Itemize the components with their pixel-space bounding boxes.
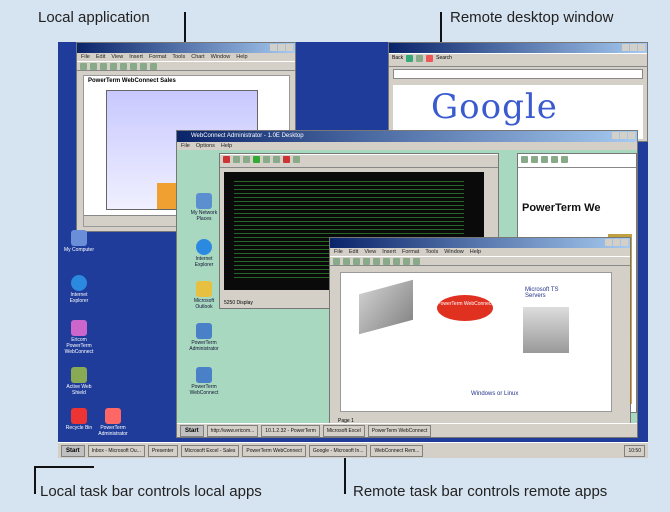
local-task-item[interactable]: Presenter — [147, 444, 178, 457]
desktop-icon-active-web[interactable]: Active Web Shield — [64, 367, 94, 396]
remote-task-item[interactable]: PowerTerm WebConnect — [367, 424, 432, 437]
outlook-icon — [196, 281, 212, 297]
menu-view[interactable]: View — [111, 53, 123, 61]
ie-icon — [71, 275, 87, 291]
callout-local-application: Local application — [38, 9, 150, 26]
diagram-menu-view[interactable]: View — [364, 248, 376, 256]
diagram-menu-format[interactable]: Format — [402, 248, 419, 256]
diagram-menubar: File Edit View Insert Format Tools Windo… — [330, 248, 630, 256]
local-task-item[interactable]: PowerTerm WebConnect — [242, 444, 306, 457]
server-rack-illustration — [359, 279, 413, 335]
network-icon — [196, 193, 212, 209]
remote-menu-help[interactable]: Help — [221, 142, 232, 150]
diagram-menu-window[interactable]: Window — [444, 248, 464, 256]
shield-icon — [71, 367, 87, 383]
search-button[interactable]: Search — [436, 55, 452, 65]
webconnect-icon — [196, 367, 212, 383]
menu-chart[interactable]: Chart — [191, 53, 204, 61]
recycle-icon — [71, 408, 87, 424]
desktop-icon-my-computer[interactable]: My Computer — [64, 230, 94, 253]
ie-icon — [196, 239, 212, 255]
ericom-icon — [71, 320, 87, 336]
terminal-toolbar — [220, 154, 498, 168]
diagram-menu-insert[interactable]: Insert — [382, 248, 396, 256]
remote-desktop-window[interactable]: WebConnect Administrator - 1.0E Desktop … — [176, 130, 638, 438]
remote-menubar: File Options Help — [177, 142, 637, 150]
desktop-icon-internet-explorer[interactable]: Internet Explorer — [64, 275, 94, 304]
remote-task-item[interactable]: 10.1.2.32 - PowerTerm — [261, 424, 320, 437]
local-task-item[interactable]: WebConnect Rem... — [370, 444, 424, 457]
local-desktop-screen: File Edit View Insert Format Tools Chart… — [58, 42, 648, 458]
terminal-tab[interactable]: 5250 Display — [224, 300, 253, 306]
callout-remote-desktop-window: Remote desktop window — [450, 9, 614, 26]
remote-titlebar: WebConnect Administrator - 1.0E Desktop — [177, 131, 637, 142]
diagram-window[interactable]: File Edit View Insert Format Tools Windo… — [329, 237, 631, 427]
local-task-item[interactable]: Microsoft Excel - Sales — [180, 444, 240, 457]
os-label: Windows or Linux — [471, 391, 519, 397]
callout-remote-taskbar: Remote task bar controls remote apps — [353, 483, 608, 500]
menu-help[interactable]: Help — [236, 53, 247, 61]
diagram-menu-edit[interactable]: Edit — [349, 248, 358, 256]
desktop-icon-admin[interactable]: PowerTerm Administrator — [98, 408, 128, 437]
google-logo: Google — [431, 87, 558, 127]
excel-toolbar — [77, 61, 295, 71]
diagram-canvas: PowerTerm WebConnect Microsoft TS Server… — [340, 272, 612, 412]
remote-title: WebConnect Administrator - 1.0E Desktop — [191, 133, 304, 139]
webconnect-bubble: PowerTerm WebConnect — [437, 295, 493, 321]
diagram-menu-file[interactable]: File — [334, 248, 343, 256]
menu-insert[interactable]: Insert — [129, 53, 143, 61]
back-button[interactable]: Back — [392, 55, 403, 65]
remote-menu-options[interactable]: Options — [196, 142, 215, 150]
menu-tools[interactable]: Tools — [172, 53, 185, 61]
chart-title: PowerTerm WebConnect Sales — [88, 78, 176, 84]
remote-icon-network[interactable]: My Network Places — [189, 193, 219, 222]
remote-taskbar: Start http://www.ericom... 10.1.2.32 - P… — [177, 423, 637, 437]
diagram-toolbar — [330, 256, 630, 266]
callout-local-taskbar: Local task bar controls local apps — [40, 483, 262, 500]
local-task-item[interactable]: Google - Microsoft In... — [308, 444, 368, 457]
menu-window[interactable]: Window — [211, 53, 231, 61]
desktop-icon-ericom[interactable]: Ericom PowerTerm WebConnect — [64, 320, 94, 355]
menu-format[interactable]: Format — [149, 53, 166, 61]
diagram-menu-tools[interactable]: Tools — [425, 248, 438, 256]
remote-icon-admin[interactable]: PowerTerm Administrator — [189, 323, 219, 352]
callout-line-local-taskbar-v — [34, 466, 36, 494]
diagram-menu-help[interactable]: Help — [470, 248, 481, 256]
browser-titlebar — [389, 43, 647, 53]
server-label: Microsoft TS Servers — [525, 287, 559, 299]
browser-toolbar: Back Search — [389, 53, 647, 67]
remote-task-item[interactable]: Microsoft Excel — [322, 424, 365, 437]
remote-task-item[interactable]: http://www.ericom... — [206, 424, 259, 437]
excel-menubar: File Edit View Insert Format Tools Chart… — [77, 53, 295, 61]
remote-icon-ie[interactable]: Internet Explorer — [189, 239, 219, 268]
side-window-text: PowerTerm We — [522, 202, 601, 214]
diagram-titlebar — [330, 238, 630, 248]
menu-edit[interactable]: Edit — [96, 53, 105, 61]
menu-file[interactable]: File — [81, 53, 90, 61]
remote-icon-outlook[interactable]: Microsoft Outlook — [189, 281, 219, 310]
excel-titlebar — [77, 43, 295, 53]
local-clock: 10:50 — [624, 444, 645, 457]
browser-window[interactable]: Back Search Google — [388, 42, 648, 142]
desktop-icon-recycle[interactable]: Recycle Bin — [64, 408, 94, 431]
local-taskbar: Start Inbox - Microsoft Ou... Presenter … — [58, 442, 648, 458]
remote-start-button[interactable]: Start — [180, 424, 204, 437]
remote-menu-file[interactable]: File — [181, 142, 190, 150]
address-bar[interactable] — [393, 69, 643, 79]
computer-icon — [71, 230, 87, 246]
local-task-item[interactable]: Inbox - Microsoft Ou... — [87, 444, 145, 457]
callout-line-local-taskbar-h — [34, 466, 94, 468]
ts-servers-illustration — [523, 307, 569, 353]
local-start-button[interactable]: Start — [61, 444, 85, 457]
side-toolbar — [518, 154, 636, 168]
admin-icon — [196, 323, 212, 339]
remote-icon-webconnect[interactable]: PowerTerm WebConnect — [189, 367, 219, 396]
admin-icon — [105, 408, 121, 424]
